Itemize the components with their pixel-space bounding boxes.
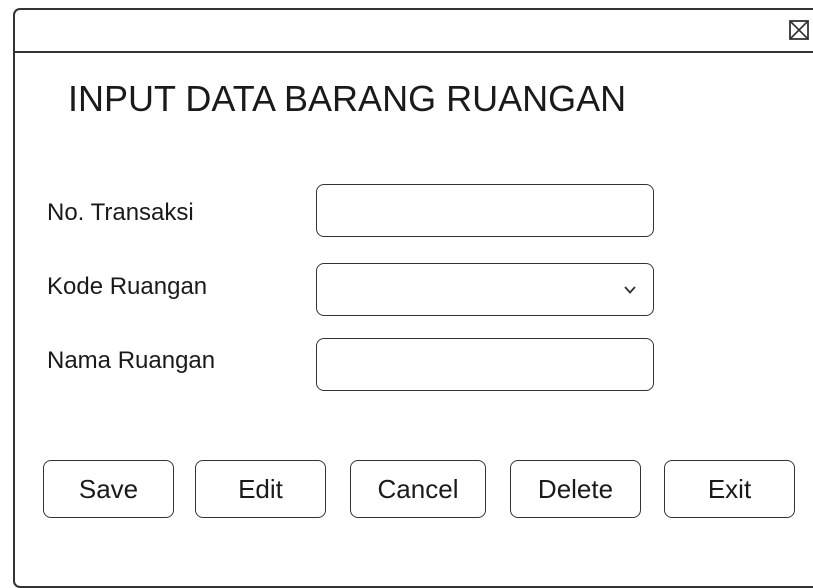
no-transaksi-input[interactable] <box>316 184 654 237</box>
edit-button[interactable]: Edit <box>195 460 326 518</box>
kode-ruangan-label: Kode Ruangan <box>47 273 208 300</box>
kode-ruangan-dropdown[interactable] <box>316 263 654 316</box>
delete-button[interactable]: Delete <box>510 460 641 518</box>
nama-ruangan-input[interactable] <box>316 338 654 391</box>
nama-ruangan-label: Nama Ruangan <box>47 347 216 374</box>
close-icon[interactable] <box>789 20 809 40</box>
exit-button[interactable]: Exit <box>664 460 795 518</box>
cancel-button[interactable]: Cancel <box>350 460 486 518</box>
title-bar <box>15 10 813 53</box>
save-button[interactable]: Save <box>43 460 174 518</box>
chevron-down-icon <box>624 286 636 294</box>
no-transaksi-label: No. Transaksi <box>47 199 194 226</box>
form-title: INPUT DATA BARANG RUANGAN <box>68 78 627 119</box>
